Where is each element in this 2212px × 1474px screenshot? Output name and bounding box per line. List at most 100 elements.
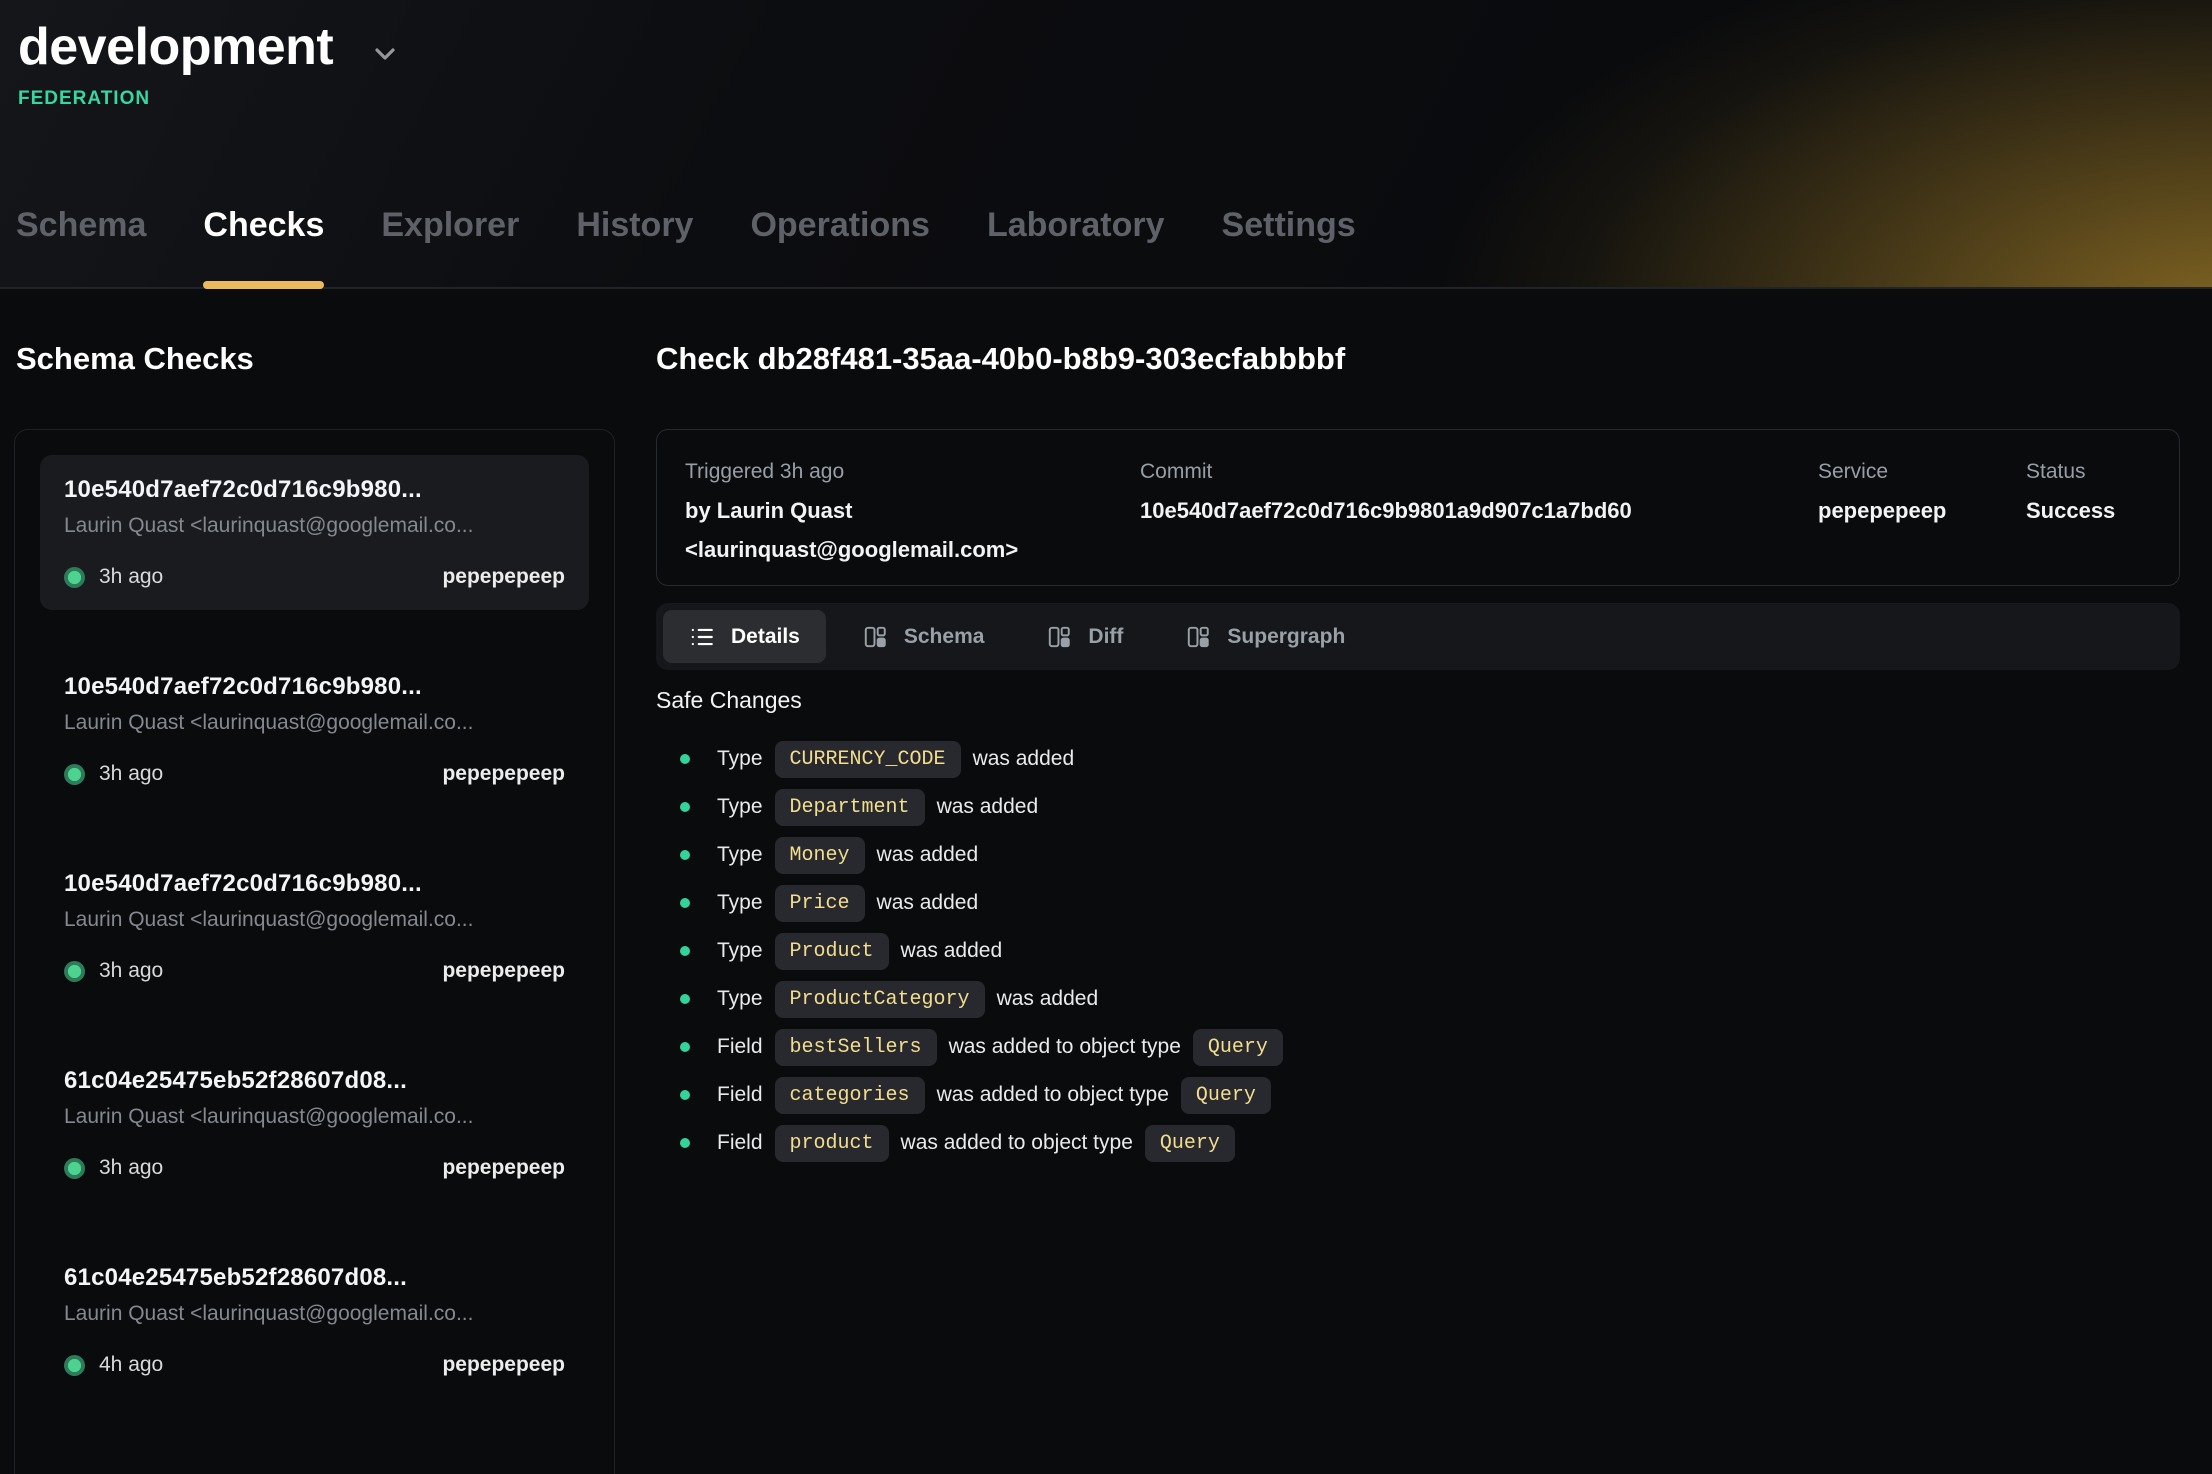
bullet-icon	[680, 1090, 690, 1100]
change-kind: Type	[717, 843, 763, 867]
bullet-icon	[680, 994, 690, 1004]
change-row: Field bestSellers was added to object ty…	[656, 1023, 1295, 1071]
change-kind: Type	[717, 987, 763, 1011]
change-code-badge: Money	[775, 837, 865, 874]
check-view-tabs: Details Schema Diff	[656, 603, 2180, 670]
status-dot-icon	[64, 961, 85, 982]
commit-label: Commit	[1140, 452, 1818, 491]
bullet-icon	[680, 946, 690, 956]
check-list-item[interactable]: 61c04e25475eb52f28607d08... Laurin Quast…	[40, 1046, 589, 1201]
check-time: 3h ago	[99, 762, 163, 786]
status-dot-icon	[64, 1355, 85, 1376]
meta-status-column: Status Success	[2026, 452, 2151, 563]
change-row: Type Department was added	[656, 783, 1295, 831]
check-service: pepepepeep	[442, 1156, 565, 1180]
change-kind: Type	[717, 939, 763, 963]
content-area: Schema Checks Check db28f481-35aa-40b0-b…	[0, 289, 2212, 1472]
check-meta-row: 3h ago pepepepeep	[64, 565, 565, 589]
page-header: development FEDERATION Schema Checks Exp…	[0, 0, 2212, 289]
status-dot-icon	[64, 567, 85, 588]
check-hash: 10e540d7aef72c0d716c9b980...	[64, 870, 565, 898]
change-description: was added	[877, 891, 979, 915]
check-list-item[interactable]: 10e540d7aef72c0d716c9b980... Laurin Quas…	[40, 455, 589, 610]
main-nav-tabs: Schema Checks Explorer History Operation…	[16, 206, 1356, 245]
change-description: was added	[937, 795, 1039, 819]
change-code-badge: ProductCategory	[775, 981, 985, 1018]
change-code-badge: Department	[775, 789, 925, 826]
service-name: pepepepeep	[1818, 491, 2026, 530]
change-description: was added	[997, 987, 1099, 1011]
change-row: Type Price was added	[656, 879, 1295, 927]
change-code-badge: Product	[775, 933, 889, 970]
change-kind: Type	[717, 747, 763, 771]
status-label: Status	[2026, 452, 2151, 491]
status-dot-icon	[64, 764, 85, 785]
federation-badge: FEDERATION	[18, 88, 2212, 110]
view-tab-label: Schema	[904, 625, 985, 649]
change-row: Type CURRENCY_CODE was added	[656, 735, 1295, 783]
check-list-item[interactable]: 10e540d7aef72c0d716c9b980... Laurin Quas…	[40, 652, 589, 807]
bullet-icon	[680, 1042, 690, 1052]
nav-tab[interactable]: Settings	[1222, 206, 1356, 245]
view-tab[interactable]: Details	[663, 610, 826, 663]
check-time: 3h ago	[99, 1156, 163, 1180]
status-dot-icon	[64, 1158, 85, 1179]
change-description: was added to object type	[901, 1131, 1133, 1155]
triggered-email: <laurinquast@googlemail.com>	[685, 530, 1140, 569]
check-hash: 10e540d7aef72c0d716c9b980...	[64, 673, 565, 701]
triggered-by: by Laurin Quast	[685, 491, 1140, 530]
nav-tab[interactable]: History	[576, 206, 693, 245]
check-time: 3h ago	[99, 959, 163, 983]
check-list-item[interactable]: 61c04e25475eb52f28607d08... Laurin Quast…	[40, 1243, 589, 1398]
change-code-badge: Price	[775, 885, 865, 922]
list-icon	[689, 624, 715, 650]
nav-tab[interactable]: Checks	[203, 206, 324, 245]
check-hash: 61c04e25475eb52f28607d08...	[64, 1264, 565, 1292]
check-author: Laurin Quast <laurinquast@googlemail.co.…	[64, 1105, 565, 1129]
change-kind: Field	[717, 1131, 763, 1155]
view-tab[interactable]: Supergraph	[1159, 610, 1371, 663]
check-list-item[interactable]: 10e540d7aef72c0d716c9b980... Laurin Quas…	[40, 849, 589, 1004]
check-service: pepepepeep	[442, 565, 565, 589]
change-description: was added	[973, 747, 1075, 771]
change-description: was added to object type	[937, 1083, 1169, 1107]
check-time: 3h ago	[99, 565, 163, 589]
change-row: Type Product was added	[656, 927, 1295, 975]
nav-tab[interactable]: Operations	[750, 206, 929, 245]
nav-tab[interactable]: Explorer	[381, 206, 519, 245]
check-meta-panel: Triggered 3h ago by Laurin Quast <laurin…	[656, 429, 2180, 586]
change-kind: Field	[717, 1083, 763, 1107]
bullet-icon	[680, 850, 690, 860]
service-label: Service	[1818, 452, 2026, 491]
status-value: Success	[2026, 491, 2151, 530]
check-hash: 61c04e25475eb52f28607d08...	[64, 1067, 565, 1095]
meta-commit-column: Commit 10e540d7aef72c0d716c9b9801a9d907c…	[1140, 452, 1818, 563]
layout-panels-icon	[1046, 624, 1072, 650]
check-hash: 10e540d7aef72c0d716c9b980...	[64, 476, 565, 504]
nav-tab[interactable]: Schema	[16, 206, 146, 245]
org-title: development	[18, 14, 333, 80]
view-tab[interactable]: Diff	[1020, 610, 1149, 663]
change-kind: Field	[717, 1035, 763, 1059]
check-author: Laurin Quast <laurinquast@googlemail.co.…	[64, 1302, 565, 1326]
bullet-icon	[680, 898, 690, 908]
nav-tab[interactable]: Laboratory	[987, 206, 1165, 245]
change-description: was added	[901, 939, 1003, 963]
check-author: Laurin Quast <laurinquast@googlemail.co.…	[64, 908, 565, 932]
org-switcher-button[interactable]: development	[18, 14, 401, 80]
view-tab-label: Supergraph	[1227, 625, 1345, 649]
change-code-badge: product	[775, 1125, 889, 1162]
meta-triggered-column: Triggered 3h ago by Laurin Quast <laurin…	[685, 452, 1140, 563]
change-kind: Type	[717, 795, 763, 819]
change-row: Field categories was added to object typ…	[656, 1071, 1295, 1119]
check-meta-row: 3h ago pepepepeep	[64, 959, 565, 983]
check-meta-row: 4h ago pepepepeep	[64, 1353, 565, 1377]
change-target-badge: Query	[1193, 1029, 1283, 1066]
meta-service-column: Service pepepepeep	[1818, 452, 2026, 563]
layout-panels-icon	[862, 624, 888, 650]
triggered-label: Triggered 3h ago	[685, 452, 1140, 491]
change-code-badge: CURRENCY_CODE	[775, 741, 961, 778]
check-service: pepepepeep	[442, 959, 565, 983]
view-tab[interactable]: Schema	[836, 610, 1011, 663]
check-service: pepepepeep	[442, 1353, 565, 1377]
